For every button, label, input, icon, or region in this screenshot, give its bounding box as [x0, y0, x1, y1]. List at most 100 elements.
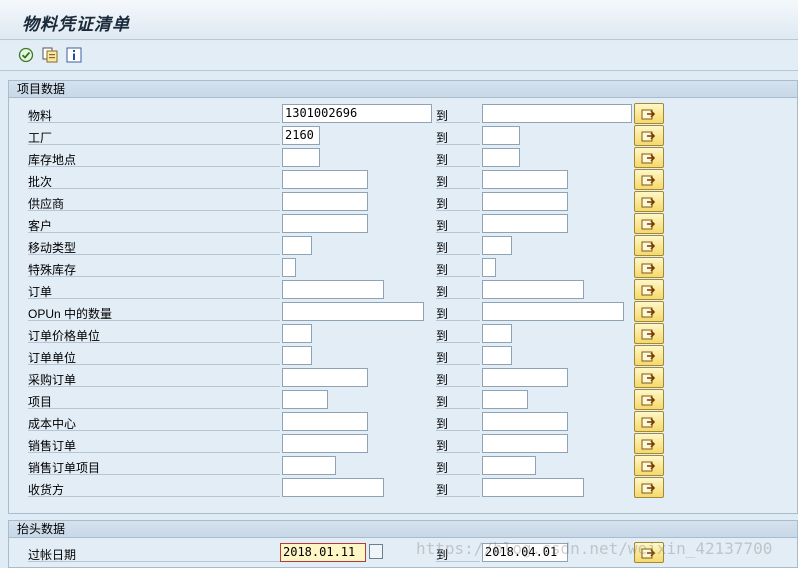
to-input[interactable]	[482, 148, 520, 167]
from-input[interactable]	[282, 258, 296, 277]
arrow-icon	[641, 373, 656, 384]
from-input[interactable]	[282, 170, 368, 189]
multiple-selection-button[interactable]	[634, 147, 664, 168]
field-label: 项目	[28, 393, 280, 409]
multiple-selection-button[interactable]	[634, 257, 664, 278]
selection-row: 物料 1301002696 到	[0, 102, 798, 124]
field-label: 收货方	[28, 481, 280, 497]
multiple-selection-button[interactable]	[634, 389, 664, 410]
arrow-icon	[641, 351, 656, 362]
from-input[interactable]	[282, 456, 336, 475]
from-input[interactable]	[282, 346, 312, 365]
to-label: 到	[436, 151, 480, 167]
multiple-selection-button[interactable]	[634, 301, 664, 322]
arrow-icon	[641, 285, 656, 296]
to-input[interactable]	[482, 302, 624, 321]
from-input[interactable]	[282, 390, 328, 409]
arrow-icon	[641, 175, 656, 186]
selection-row: 移动类型 到	[0, 234, 798, 256]
to-input[interactable]	[482, 170, 568, 189]
to-input[interactable]	[482, 368, 568, 387]
to-input[interactable]	[482, 324, 512, 343]
multiple-selection-button[interactable]	[634, 455, 664, 476]
to-input[interactable]	[482, 104, 632, 123]
to-label: 到	[436, 217, 480, 233]
to-label: 到	[436, 481, 480, 497]
info-icon[interactable]	[66, 47, 82, 63]
to-input[interactable]	[482, 390, 528, 409]
field-label: 销售订单项目	[28, 459, 280, 475]
selection-row: 项目 到	[0, 388, 798, 410]
to-input[interactable]	[482, 192, 568, 211]
field-label: OPUn 中的数量	[28, 305, 280, 321]
selection-row: 采购订单 到	[0, 366, 798, 388]
from-input[interactable]: 2160	[282, 126, 320, 145]
from-input[interactable]	[282, 148, 320, 167]
arrow-icon	[641, 329, 656, 340]
field-label: 物料	[28, 107, 280, 123]
to-label: 到	[436, 371, 480, 387]
header-data-group-title: 抬头数据	[9, 521, 797, 538]
field-label: 库存地点	[28, 151, 280, 167]
from-input[interactable]	[282, 478, 384, 497]
field-label: 批次	[28, 173, 280, 189]
to-input[interactable]	[482, 346, 512, 365]
field-label: 客户	[28, 217, 280, 233]
to-input[interactable]	[482, 126, 520, 145]
from-input[interactable]	[282, 324, 312, 343]
to-input[interactable]	[482, 456, 536, 475]
to-label: 到	[436, 459, 480, 475]
selection-row: 销售订单 到	[0, 432, 798, 454]
arrow-icon	[641, 241, 656, 252]
to-label: 到	[436, 107, 480, 123]
arrow-icon	[641, 219, 656, 230]
from-input[interactable]	[282, 192, 368, 211]
arrow-icon	[641, 131, 656, 142]
multiple-selection-button[interactable]	[634, 103, 664, 124]
multiple-selection-button[interactable]	[634, 367, 664, 388]
arrow-icon	[641, 109, 656, 120]
posting-date-from[interactable]: 2018.01.11	[280, 543, 366, 562]
multiple-selection-button[interactable]	[634, 169, 664, 190]
to-input[interactable]	[482, 214, 568, 233]
from-input[interactable]	[282, 368, 368, 387]
field-label: 采购订单	[28, 371, 280, 387]
selection-row: 订单价格单位 到	[0, 322, 798, 344]
multiple-selection-button[interactable]	[634, 345, 664, 366]
to-label: 到	[436, 305, 480, 321]
selection-row: 特殊库存 到	[0, 256, 798, 278]
multiple-selection-button[interactable]	[634, 213, 664, 234]
multiple-selection-button[interactable]	[634, 279, 664, 300]
from-input[interactable]	[282, 214, 368, 233]
multiple-selection-button[interactable]	[634, 433, 664, 454]
multiple-selection-button[interactable]	[634, 191, 664, 212]
variants-icon[interactable]	[42, 47, 58, 63]
from-input[interactable]	[282, 434, 368, 453]
from-input[interactable]	[282, 280, 384, 299]
to-label: 到	[436, 349, 480, 365]
selection-row: OPUn 中的数量 到	[0, 300, 798, 322]
multiple-selection-button[interactable]	[634, 323, 664, 344]
from-input[interactable]	[282, 236, 312, 255]
to-label: 到	[436, 437, 480, 453]
calendar-icon[interactable]	[369, 544, 383, 559]
multiple-selection-button[interactable]	[634, 235, 664, 256]
execute-icon[interactable]	[18, 47, 34, 63]
multiple-selection-button[interactable]	[634, 477, 664, 498]
from-input[interactable]	[282, 412, 368, 431]
to-input[interactable]	[482, 280, 584, 299]
field-label: 特殊库存	[28, 261, 280, 277]
multiple-selection-button[interactable]	[634, 125, 664, 146]
from-input[interactable]	[282, 302, 424, 321]
arrow-icon	[641, 395, 656, 406]
arrow-icon	[641, 461, 656, 472]
to-input[interactable]	[482, 412, 568, 431]
to-input[interactable]	[482, 478, 584, 497]
to-input[interactable]	[482, 236, 512, 255]
multiple-selection-button[interactable]	[634, 411, 664, 432]
from-input[interactable]: 1301002696	[282, 104, 432, 123]
field-label: 订单价格单位	[28, 327, 280, 343]
to-input[interactable]	[482, 258, 496, 277]
to-input[interactable]	[482, 434, 568, 453]
to-label: 到	[436, 393, 480, 409]
